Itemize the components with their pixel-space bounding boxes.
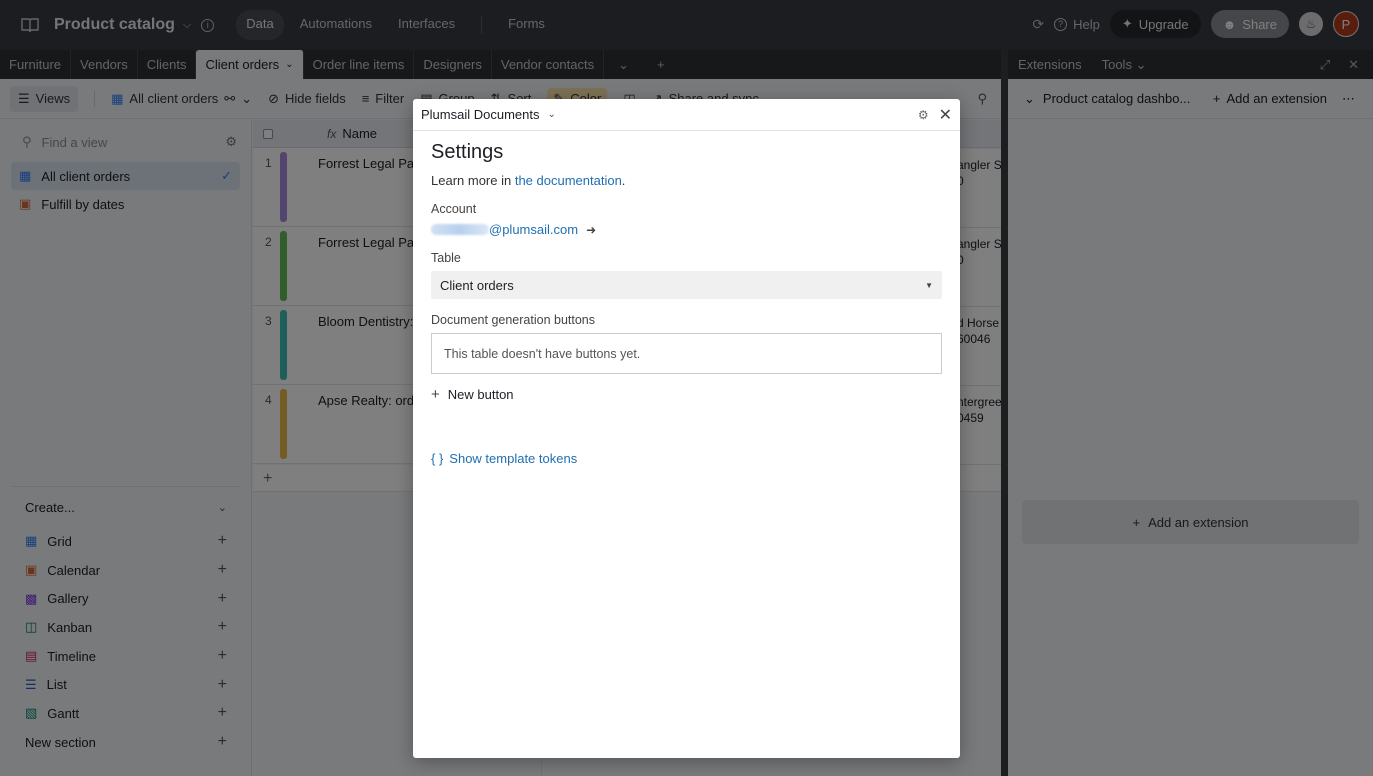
settings-title: Settings (431, 141, 504, 163)
show-template-tokens-link[interactable]: { } Show template tokens (431, 451, 942, 466)
account-row: @plumsail.com ➜ (431, 222, 942, 237)
table-select[interactable]: Client orders ▼ (431, 271, 942, 299)
gear-icon[interactable]: ⚙ (918, 108, 929, 122)
documentation-link[interactable]: the documentation (515, 173, 622, 188)
logout-icon[interactable]: ➜ (586, 223, 596, 237)
show-tokens-label: Show template tokens (449, 451, 578, 466)
account-label: Account (431, 202, 477, 216)
braces-icon: { } (431, 451, 444, 466)
table-label: Table (431, 251, 461, 265)
new-button-label: New button (447, 387, 514, 402)
extension-settings-dialog: Plumsail Documents ⌄ ⚙ ✕ Settings Learn … (413, 99, 960, 758)
new-button[interactable]: + New button (431, 386, 942, 403)
redacted-username (431, 224, 489, 235)
dialog-header: Plumsail Documents ⌄ ⚙ ✕ (413, 99, 960, 131)
buttons-empty-state: This table doesn't have buttons yet. (431, 333, 942, 374)
buttons-label: Document generation buttons (431, 313, 595, 327)
app-name[interactable]: Plumsail Documents (421, 107, 540, 122)
table-select-value: Client orders (440, 277, 514, 293)
learn-more-text: Learn more in the documentation. (431, 173, 942, 188)
chevron-down-icon[interactable]: ⌄ (548, 109, 556, 120)
close-icon[interactable]: ✕ (939, 105, 952, 125)
learn-prefix: Learn more in (431, 173, 515, 188)
learn-suffix: . (621, 173, 626, 188)
caret-down-icon: ▼ (925, 280, 933, 290)
plus-icon: + (431, 386, 440, 403)
account-email[interactable]: @plumsail.com (489, 222, 578, 237)
